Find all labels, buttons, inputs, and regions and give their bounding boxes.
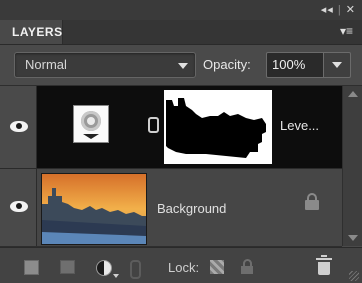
layer-row-levels[interactable]: Leve... (0, 86, 342, 169)
lock-transparent-pixels-icon[interactable] (210, 260, 224, 274)
resize-grip-icon[interactable] (349, 271, 359, 281)
opacity-value: 100% (272, 57, 306, 72)
background-thumbnail (41, 173, 147, 245)
scroll-down-arrow-icon[interactable] (348, 235, 358, 241)
link-icon[interactable] (148, 117, 159, 133)
layers-panel: ◂◂ | ✕ LAYERS ▾≡ Normal Opacity: 100% Le… (0, 0, 362, 283)
layers-bottom-toolbar: Lock: (0, 247, 362, 283)
trash-icon[interactable] (316, 255, 332, 275)
layer-name[interactable]: Background (157, 201, 226, 216)
link-layers-icon[interactable] (130, 260, 141, 279)
blend-mode-value: Normal (25, 57, 67, 72)
new-group-icon[interactable] (60, 260, 75, 274)
chevron-down-icon (332, 62, 342, 68)
adjustment-layer-icon[interactable] (96, 260, 112, 276)
opacity-input[interactable]: 100% (266, 52, 324, 78)
eye-icon (10, 121, 28, 132)
panel-top-strip: ◂◂ | ✕ (0, 0, 362, 20)
blend-mode-select[interactable]: Normal (14, 52, 196, 78)
levels-triangle-icon (83, 134, 99, 139)
layer-mask-thumbnail[interactable] (164, 90, 272, 164)
scroll-up-arrow-icon[interactable] (348, 91, 358, 97)
visibility-toggle[interactable] (0, 86, 37, 168)
layer-row-background[interactable]: Background (0, 169, 342, 247)
lock-label: Lock: (168, 260, 200, 275)
layer-name[interactable]: Leve... (280, 118, 319, 133)
opacity-label: Opacity: (203, 57, 251, 72)
gear-icon (81, 111, 101, 131)
chevron-down-icon (178, 63, 188, 69)
panel-title-bar: LAYERS ▾≡ (0, 20, 362, 45)
collapse-icon[interactable]: ◂◂ (321, 3, 334, 16)
eye-icon (10, 201, 28, 212)
panel-menu-icon[interactable]: ▾≡ (340, 24, 356, 38)
tab-layers-label: LAYERS (12, 25, 63, 39)
tab-layers[interactable]: LAYERS (0, 20, 63, 44)
lock-icon (305, 193, 319, 210)
visibility-toggle[interactable] (0, 169, 37, 246)
layers-scrollbar[interactable] (342, 86, 362, 246)
chevron-down-icon[interactable] (113, 274, 119, 278)
close-icon[interactable]: ✕ (346, 3, 356, 16)
layers-list: Leve... Background (0, 86, 342, 247)
window-controls: ◂◂ | ✕ (320, 3, 356, 16)
lock-all-icon[interactable] (241, 259, 253, 274)
layer-options-row: Normal Opacity: 100% (0, 45, 362, 86)
opacity-dropdown-button[interactable] (323, 52, 351, 78)
adjustment-layer-thumbnail (73, 105, 109, 143)
new-layer-icon[interactable] (24, 260, 39, 275)
